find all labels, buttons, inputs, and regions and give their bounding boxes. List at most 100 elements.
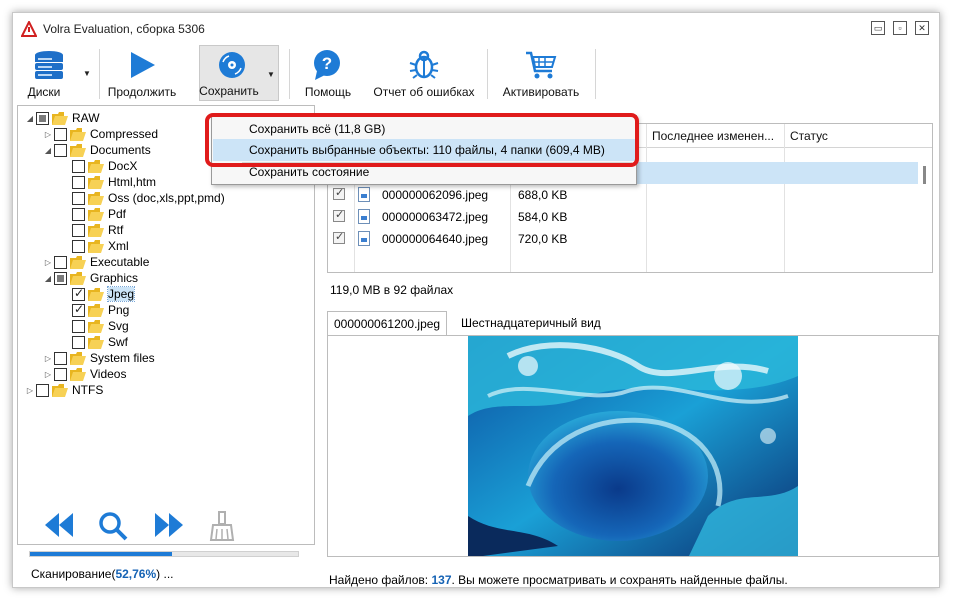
tree-node-label: NTFS xyxy=(72,383,104,397)
tree-node[interactable]: ▷ System files xyxy=(42,350,155,366)
chevron-down-icon[interactable]: ▼ xyxy=(83,69,91,78)
tree-checkbox[interactable] xyxy=(72,223,85,237)
bug-report-button[interactable]: Отчет об ошибках xyxy=(367,45,481,101)
toolbar-separator xyxy=(487,49,488,99)
expanded-arrow-icon[interactable]: ◢ xyxy=(42,274,54,283)
folder-icon xyxy=(88,335,104,349)
tree-node[interactable]: ▷ NTFS xyxy=(24,382,103,398)
folder-icon xyxy=(88,159,104,173)
scan-status: Сканирование(52,76%) ... xyxy=(31,567,174,581)
help-button[interactable]: ? Помощь xyxy=(295,45,361,101)
save-dropdown-caret-icon[interactable]: ▼ xyxy=(267,70,275,79)
tree-checkbox[interactable] xyxy=(72,159,85,173)
table-row[interactable]: 000000063472.jpeg 584,0 KB xyxy=(328,206,920,228)
close-button[interactable]: ✕ xyxy=(915,21,929,35)
tree-node[interactable]: ▷ Compressed xyxy=(42,126,158,142)
tree-node[interactable]: Xml xyxy=(60,238,129,254)
tree-node-label: Swf xyxy=(108,335,129,349)
tree-node[interactable]: Swf xyxy=(60,334,128,350)
row-checkbox[interactable] xyxy=(333,208,345,223)
tree-node-label: Pdf xyxy=(108,207,127,221)
row-checkbox[interactable] xyxy=(333,230,345,245)
tree-node-label: System files xyxy=(90,351,155,365)
disks-button[interactable]: ▼ Диски xyxy=(19,45,91,101)
file-list-scrollbar[interactable] xyxy=(918,148,932,272)
tree-checkbox[interactable] xyxy=(54,367,67,381)
tree-checkbox[interactable] xyxy=(54,143,67,157)
folder-icon xyxy=(70,255,86,269)
collapsed-arrow-icon[interactable]: ▷ xyxy=(42,354,54,363)
disks-label: Диски xyxy=(27,85,61,99)
search-icon[interactable] xyxy=(97,511,129,541)
tree-checkbox[interactable] xyxy=(54,255,67,269)
tree-checkbox[interactable] xyxy=(54,127,67,141)
table-row[interactable]: 000000062096.jpeg 688,0 KB xyxy=(328,184,920,206)
previous-icon[interactable] xyxy=(43,511,75,539)
tree-checkbox[interactable] xyxy=(54,351,67,365)
tree-node-label: Svg xyxy=(108,319,129,333)
continue-button[interactable]: Продолжить xyxy=(105,45,179,101)
activate-label: Активировать xyxy=(502,85,580,99)
title-bar: Volra Evaluation, сборка 5306 ▭ ▫ ✕ xyxy=(13,13,939,45)
tree-checkbox[interactable] xyxy=(72,239,85,253)
minimize-button[interactable]: ▭ xyxy=(871,21,885,35)
collapsed-arrow-icon[interactable]: ▷ xyxy=(24,386,36,395)
scan-suffix: ) ... xyxy=(156,567,174,581)
restore-button[interactable]: ▫ xyxy=(893,21,907,35)
tree-checkbox[interactable] xyxy=(72,319,85,333)
tree-node-label: Documents xyxy=(90,143,151,157)
collapsed-arrow-icon[interactable]: ▷ xyxy=(42,370,54,379)
tree-checkbox[interactable] xyxy=(72,286,85,301)
scrollbar-thumb[interactable] xyxy=(923,166,926,184)
tab-hex-view[interactable]: Шестнадцатеричный вид xyxy=(455,311,607,335)
file-name-cell: 000000064640.jpeg xyxy=(382,232,489,247)
tree-node[interactable]: Png xyxy=(60,302,129,318)
scan-progress-fill xyxy=(30,552,173,556)
row-checkbox[interactable] xyxy=(333,186,345,201)
tree-checkbox[interactable] xyxy=(36,111,49,125)
folder-icon xyxy=(88,191,104,205)
next-icon[interactable] xyxy=(153,511,185,539)
collapsed-arrow-icon[interactable]: ▷ xyxy=(42,130,54,139)
tree-checkbox[interactable] xyxy=(72,191,85,205)
activate-button[interactable]: Активировать xyxy=(493,45,589,101)
folder-icon xyxy=(88,239,104,253)
scan-progress-bar xyxy=(29,551,299,557)
tree-node[interactable]: Html,htm xyxy=(60,174,156,190)
play-icon xyxy=(131,52,155,78)
file-size-cell: 720,0 KB xyxy=(518,232,568,247)
tree-node[interactable]: Pdf xyxy=(60,206,126,222)
tree-node-label: Oss (doc,xls,ppt,pmd) xyxy=(108,191,225,205)
tree-node-label: Rtf xyxy=(108,223,124,237)
folder-icon xyxy=(88,319,104,333)
toolbar-separator xyxy=(99,49,100,99)
tree-checkbox[interactable] xyxy=(54,271,67,285)
collapsed-arrow-icon[interactable]: ▷ xyxy=(42,258,54,267)
tree-node[interactable]: ◢ Graphics xyxy=(42,270,138,286)
tree-checkbox[interactable] xyxy=(36,383,49,397)
window-title: Volra Evaluation, сборка 5306 xyxy=(43,22,205,36)
toolbar: ▼ Диски Продолжить ▼ Сохранить ? Помощь … xyxy=(13,45,939,103)
tree-checkbox[interactable] xyxy=(72,207,85,221)
tree-node[interactable]: ◢ RAW xyxy=(24,110,100,126)
expanded-arrow-icon[interactable]: ◢ xyxy=(42,146,54,155)
save-button[interactable]: ▼ Сохранить xyxy=(199,45,279,101)
tree-checkbox[interactable] xyxy=(72,175,85,189)
tree-node[interactable]: ▷ Videos xyxy=(42,366,127,382)
folder-icon xyxy=(88,175,104,189)
tree-node[interactable]: ▷ Executable xyxy=(42,254,149,270)
folder-icon xyxy=(70,351,86,365)
table-row[interactable]: 000000064640.jpeg 720,0 KB xyxy=(328,228,920,250)
tree-node[interactable]: ◢ Documents xyxy=(42,142,151,158)
expanded-arrow-icon[interactable]: ◢ xyxy=(24,114,36,123)
tree-node[interactable]: Jpeg xyxy=(60,286,136,302)
tree-node[interactable]: DocX xyxy=(60,158,137,174)
tree-node[interactable]: Rtf xyxy=(60,222,123,238)
folder-icon xyxy=(88,223,104,237)
tree-checkbox[interactable] xyxy=(72,335,85,349)
tree-node[interactable]: Oss (doc,xls,ppt,pmd) xyxy=(60,190,225,206)
tree-node-label: Xml xyxy=(108,239,129,253)
tree-node[interactable]: Svg xyxy=(60,318,129,334)
tree-checkbox[interactable] xyxy=(72,302,85,317)
tab-image-preview[interactable]: 000000061200.jpeg xyxy=(327,311,448,335)
